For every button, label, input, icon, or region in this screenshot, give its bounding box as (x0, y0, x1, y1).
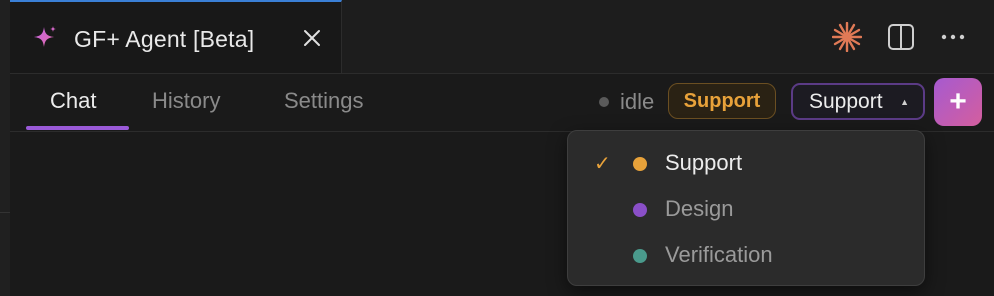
agent-panel: GF+ Agent [Beta] Chat History Settings i… (0, 0, 994, 296)
color-dot (633, 157, 647, 171)
sub-nav: Chat History Settings idle Support Suppo… (10, 74, 994, 132)
dropdown-item-verification[interactable]: Verification (568, 233, 924, 275)
left-gutter (0, 0, 10, 296)
close-icon[interactable] (302, 28, 322, 48)
status-dot (599, 97, 609, 107)
dropdown-item-support[interactable]: ✓ Support (568, 141, 924, 183)
agent-dropdown: ✓ Support Design Verification (567, 130, 925, 286)
editor-tab[interactable]: GF+ Agent [Beta] (10, 0, 342, 73)
color-dot (633, 203, 647, 217)
agent-badge: Support (668, 83, 776, 119)
color-dot (633, 249, 647, 263)
agent-select-value: Support (809, 89, 883, 113)
dropdown-item-label: Design (665, 196, 734, 221)
split-panel-icon[interactable] (886, 22, 916, 52)
add-button[interactable]: + (934, 78, 982, 126)
status-text: idle (620, 89, 655, 114)
more-icon[interactable] (938, 22, 968, 52)
tab-chat[interactable]: Chat (50, 88, 96, 114)
dropdown-item-label: Verification (665, 242, 773, 267)
dropdown-item-design[interactable]: Design (568, 187, 924, 229)
tab-history[interactable]: History (152, 88, 220, 114)
agent-select[interactable]: Support ▲ (791, 83, 925, 120)
caret-up-icon: ▲ (900, 97, 909, 107)
tab-settings[interactable]: Settings (284, 88, 364, 114)
claude-icon[interactable] (832, 22, 862, 52)
title-bar: GF+ Agent [Beta] (10, 0, 994, 74)
active-tab-indicator (26, 126, 129, 130)
dropdown-item-label: Support (665, 150, 743, 175)
sparkle-icon (34, 26, 56, 47)
tab-title: GF+ Agent [Beta] (74, 26, 255, 52)
gutter-divider (0, 212, 10, 213)
check-icon: ✓ (594, 153, 611, 175)
